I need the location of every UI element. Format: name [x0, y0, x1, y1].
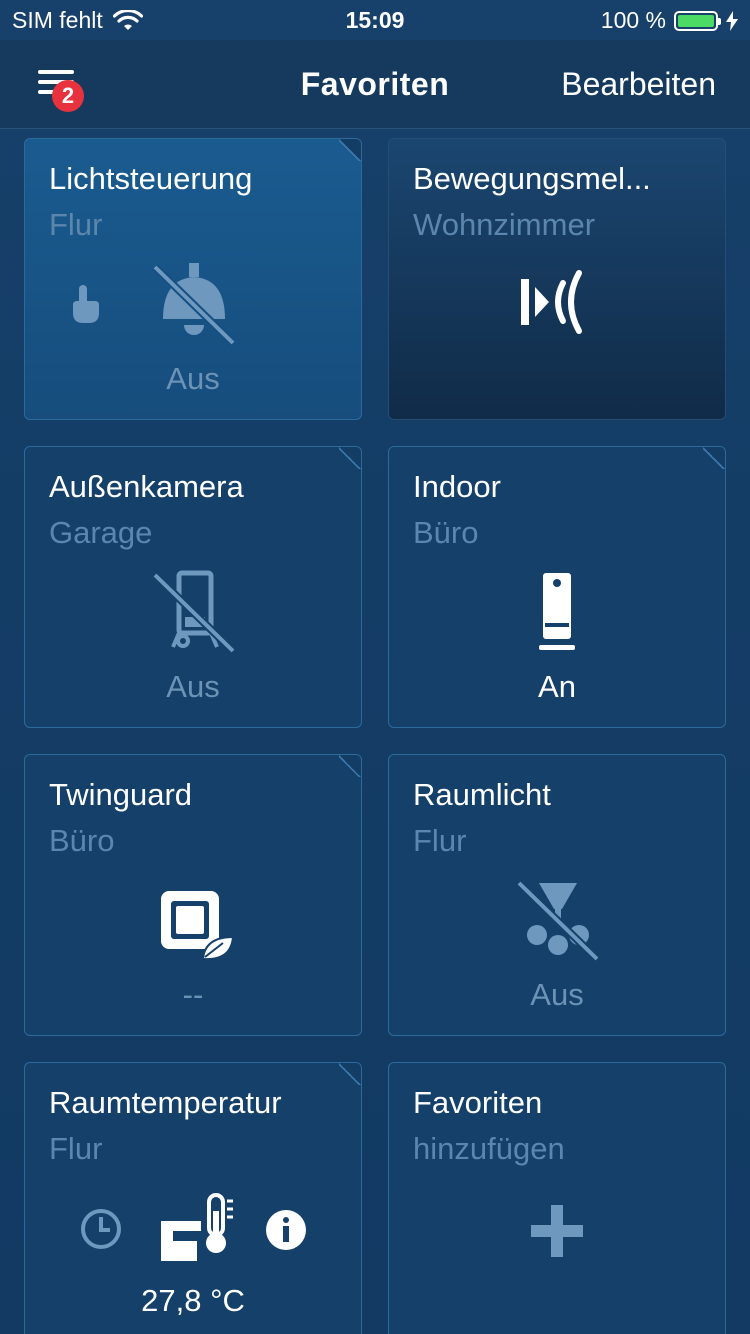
motion-sensor-icon: [521, 270, 582, 334]
plus-icon: [531, 1205, 583, 1257]
tile-room: Flur: [413, 823, 467, 858]
tile-corner-fold: [703, 447, 725, 469]
tile-name: Lichtsteuerung: [49, 161, 253, 196]
edit-button[interactable]: Bearbeiten: [561, 66, 716, 103]
tile-room: hinzufügen: [413, 1131, 565, 1166]
tile-room: Wohnzimmer: [413, 207, 596, 242]
tile-room: Flur: [49, 1131, 103, 1166]
battery-icon: [674, 10, 721, 31]
tile-add-favorite[interactable]: Favoriten hinzufügen: [388, 1062, 726, 1334]
thermostat-icon: [161, 1193, 233, 1261]
indoor-camera-icon: [539, 573, 575, 650]
tile-name: Favoriten: [413, 1085, 543, 1120]
tile-state: An: [538, 669, 576, 704]
tile-room: Büro: [49, 823, 115, 858]
battery-percent: 100 %: [600, 7, 666, 33]
ceiling-light-off-icon: [152, 263, 236, 346]
tile-raumlicht[interactable]: Raumlicht Flur Aus: [388, 754, 726, 1036]
tile-twinguard[interactable]: Twinguard Büro --: [24, 754, 362, 1036]
clock-icon: [81, 1209, 121, 1249]
charging-bolt-icon: [726, 10, 738, 31]
tile-name: Raumlicht: [413, 777, 551, 812]
tile-room: Flur: [49, 207, 103, 242]
tile-corner-fold: [339, 139, 361, 161]
twinguard-icon: [161, 891, 235, 961]
tile-state: Aus: [530, 977, 584, 1012]
tile-room: Garage: [49, 515, 153, 550]
tile-name: Bewegungsmel...: [413, 161, 651, 196]
touch-icon: [73, 285, 99, 323]
tile-corner-fold: [339, 755, 361, 777]
tile-state: Aus: [166, 669, 220, 704]
tile-name: Außenkamera: [49, 469, 244, 504]
tile-corner-fold: [339, 447, 361, 469]
tile-name: Raumtemperatur: [49, 1085, 282, 1120]
camera-off-icon: [152, 570, 236, 654]
tile-state: Aus: [166, 361, 220, 396]
navigation-bar: 2 Favoriten Bearbeiten: [0, 40, 750, 129]
tile-corner-fold: [339, 1063, 361, 1085]
tile-bewegungsmelder[interactable]: Bewegungsmel... Wohnzimmer: [388, 138, 726, 420]
tile-indoor[interactable]: Indoor Büro An: [388, 446, 726, 728]
room-light-off-icon: [516, 880, 600, 962]
tile-name: Twinguard: [49, 777, 193, 812]
tile-lichtsteuerung[interactable]: Lichtsteuerung Flur Aus: [24, 138, 362, 420]
tile-raumtemperatur[interactable]: Raumtemperatur Flur 27,8 °C: [24, 1062, 362, 1334]
status-bar: SIM fehlt 15:09 100 %: [0, 0, 750, 40]
tile-name: Indoor: [413, 469, 501, 504]
info-icon[interactable]: [265, 1209, 307, 1251]
tile-room: Büro: [413, 515, 479, 550]
tile-state: --: [182, 977, 204, 1012]
status-right: 100 %: [601, 7, 738, 34]
tile-aussenkamera[interactable]: Außenkamera Garage Aus: [24, 446, 362, 728]
tile-state: 27,8 °C: [141, 1283, 245, 1318]
